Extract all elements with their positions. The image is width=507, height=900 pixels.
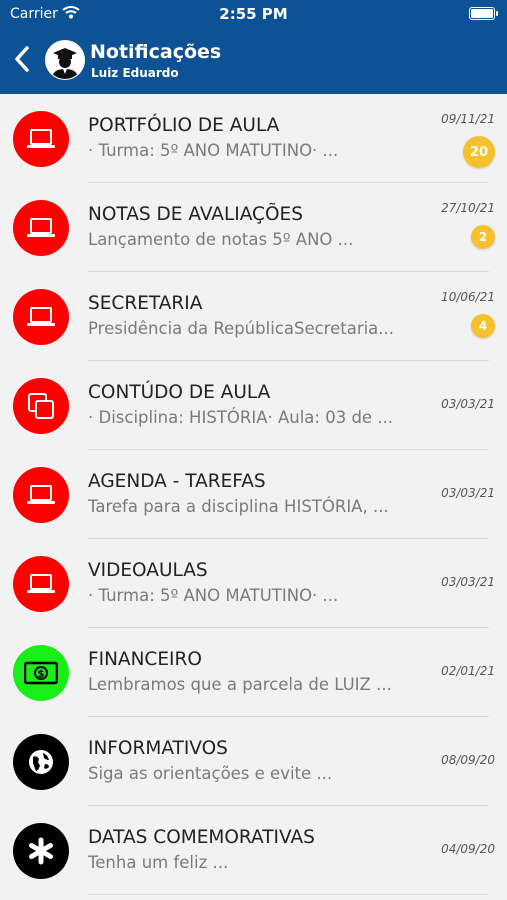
item-title: VIDEOAULAS — [88, 560, 208, 581]
item-date: 02/01/21 — [441, 664, 495, 678]
user-name: Luiz Eduardo — [91, 66, 179, 80]
laptop-icon — [13, 200, 69, 256]
item-title: FINANCEIRO — [88, 649, 202, 670]
notification-item-videoaulas[interactable]: VIDEOAULAS · Turma: 5º ANO MATUTINO· ...… — [0, 539, 507, 628]
item-title: DATAS COMEMORATIVAS — [88, 827, 315, 848]
notification-item-datas[interactable]: DATAS COMEMORATIVAS Tenha um feliz ... 0… — [0, 806, 507, 895]
item-subtitle: · Turma: 5º ANO MATUTINO· ... — [88, 586, 339, 605]
back-button[interactable] — [12, 44, 34, 74]
item-title: NOTAS DE AVALIAÇÕES — [88, 204, 303, 225]
avatar[interactable] — [45, 40, 85, 80]
item-title: PORTFÓLIO DE AULA — [88, 115, 280, 136]
item-title: SECRETARIA — [88, 293, 203, 314]
item-subtitle: Lembramos que a parcela de LUIZ ... — [88, 675, 392, 694]
laptop-icon — [13, 556, 69, 612]
svg-text:$: $ — [38, 669, 45, 680]
notification-item-informativos[interactable]: INFORMATIVOS Siga as orientações e evite… — [0, 717, 507, 806]
unread-count-badge: 2 — [471, 225, 495, 249]
item-title: INFORMATIVOS — [88, 738, 228, 759]
unread-count-badge: 20 — [463, 136, 495, 168]
app-header: Carrier 2:55 PM Notificações Luiz Eduard… — [0, 0, 507, 94]
notification-item-portfolio[interactable]: PORTFÓLIO DE AULA · Turma: 5º ANO MATUTI… — [0, 94, 507, 183]
chevron-left-icon — [15, 46, 29, 72]
item-date: 04/09/20 — [441, 842, 495, 856]
clock: 2:55 PM — [219, 5, 288, 23]
notification-item-notas[interactable]: NOTAS DE AVALIAÇÕES Lançamento de notas … — [0, 183, 507, 272]
item-date: 08/09/20 — [441, 753, 495, 767]
item-title: AGENDA - TAREFAS — [88, 471, 266, 492]
copy-icon — [13, 378, 69, 434]
item-title: CONTÚDO DE AULA — [88, 382, 271, 403]
item-subtitle: Siga as orientações e evite ... — [88, 764, 333, 783]
item-subtitle: · Turma: 5º ANO MATUTINO· ... — [88, 141, 339, 160]
globe-icon — [13, 734, 69, 790]
item-subtitle: Tarefa para a disciplina HISTÓRIA, ... — [88, 497, 389, 516]
page-title: Notificações — [90, 41, 222, 63]
laptop-icon — [13, 289, 69, 345]
item-date: 03/03/21 — [441, 397, 495, 411]
asterisk-icon — [13, 823, 69, 879]
notification-item-agenda[interactable]: AGENDA - TAREFAS Tarefa para a disciplin… — [0, 450, 507, 539]
notification-item-secretaria[interactable]: SECRETARIA Presidência da RepúblicaSecre… — [0, 272, 507, 361]
item-date: 10/06/21 — [441, 290, 495, 304]
item-subtitle: Tenha um feliz ... — [88, 853, 229, 872]
item-subtitle: · Disciplina: HISTÓRIA· Aula: 03 de ... — [88, 408, 394, 427]
item-date: 03/03/21 — [441, 575, 495, 589]
graduate-avatar-icon — [46, 41, 84, 79]
laptop-icon — [13, 111, 69, 167]
status-bar: Carrier 2:55 PM — [0, 0, 507, 28]
item-subtitle: Presidência da RepúblicaSecretaria... — [88, 319, 395, 338]
laptop-icon — [13, 467, 69, 523]
item-subtitle: Lançamento de notas 5º ANO ... — [88, 230, 354, 249]
item-date: 03/03/21 — [441, 486, 495, 500]
divider — [88, 894, 489, 895]
battery-icon — [469, 7, 498, 20]
unread-count-badge: 4 — [471, 314, 495, 338]
money-icon: $ — [13, 645, 69, 701]
notification-list: PORTFÓLIO DE AULA · Turma: 5º ANO MATUTI… — [0, 94, 507, 895]
item-date: 09/11/21 — [441, 112, 495, 126]
notification-item-financeiro[interactable]: $ FINANCEIRO Lembramos que a parcela de … — [0, 628, 507, 717]
item-date: 27/10/21 — [441, 201, 495, 215]
notification-item-conteudo[interactable]: CONTÚDO DE AULA · Disciplina: HISTÓRIA· … — [0, 361, 507, 450]
